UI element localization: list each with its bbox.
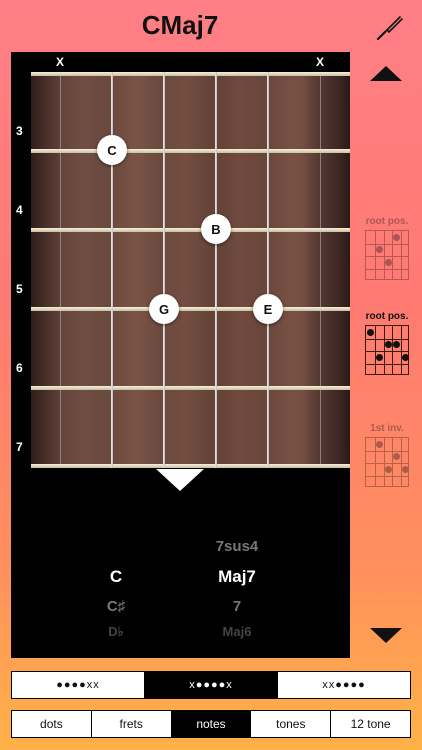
string-pattern-selector[interactable]: ●●●●xx x●●●●x xx●●●● (11, 671, 411, 699)
voicing-diagram (365, 325, 410, 375)
mode-tab-notes[interactable]: notes (171, 711, 252, 737)
mini-string-line (383, 326, 385, 374)
mute-marker-string-1: X (56, 55, 65, 69)
fret-wire (31, 464, 350, 468)
mini-string-line (401, 231, 403, 279)
mini-note-dot (402, 353, 410, 361)
voicing-thumb[interactable] (364, 186, 410, 200)
voicing-label (364, 186, 410, 200)
note-dot[interactable]: C (97, 135, 127, 165)
voicing-label: root pos. (365, 311, 409, 322)
mini-note-dot (366, 328, 374, 336)
fret-wire (31, 149, 350, 153)
string-6 (320, 72, 321, 468)
string-2 (111, 72, 113, 468)
tuning-fork-icon[interactable] (372, 10, 406, 44)
triangle-down-icon[interactable] (370, 628, 402, 643)
mini-note-dot (393, 341, 401, 349)
mini-note-dot (384, 341, 392, 349)
quality-picker-option[interactable]: 7sus4 (181, 538, 293, 555)
string-3 (163, 72, 165, 468)
mini-string-line (401, 438, 403, 486)
mini-string-line (392, 438, 394, 486)
voicing-diagram (365, 230, 409, 280)
mute-row: X X (11, 52, 350, 72)
fret-wire (31, 228, 350, 232)
mute-marker-string-6: X (316, 55, 325, 69)
mini-note-dot (375, 353, 383, 361)
note-dot[interactable]: B (201, 214, 231, 244)
mini-note-dot (384, 465, 392, 473)
fret-number: 5 (16, 282, 23, 296)
fretboard[interactable]: C B G E (31, 72, 350, 468)
mini-string-line (374, 326, 376, 374)
mini-string-line (392, 326, 394, 374)
string-pattern-option[interactable]: ●●●●xx (12, 672, 145, 698)
fret-wire (31, 72, 350, 76)
root-picker-option[interactable]: C♯ (71, 598, 161, 615)
string-1 (60, 72, 61, 468)
mini-note-dot (393, 453, 401, 461)
string-4 (215, 72, 217, 468)
note-dot[interactable]: G (149, 294, 179, 324)
mini-note-dot (402, 465, 410, 473)
string-pattern-option-selected[interactable]: x●●●●x (145, 672, 278, 698)
triangle-up-icon[interactable] (370, 66, 402, 81)
root-picker-option[interactable]: D♭ (71, 624, 161, 640)
quality-picker-option[interactable]: Maj6 (181, 624, 293, 639)
voicing-thumb-selected[interactable]: root pos. (364, 311, 410, 375)
quality-picker-option[interactable]: 7 (181, 598, 293, 615)
voicing-label (364, 502, 410, 516)
fretboard-panel: X X 3 4 5 6 7 C B G E C C♯ D♭ 7sus4 Maj7… (11, 52, 350, 658)
fret-wire (31, 307, 350, 311)
mini-string-line (374, 231, 376, 279)
mini-string-line (401, 326, 403, 374)
string-pattern-option[interactable]: xx●●●● (278, 672, 410, 698)
mini-string-line (383, 231, 385, 279)
mini-note-dot (375, 440, 383, 448)
voicing-label: root pos. (365, 216, 409, 227)
selection-pointer (156, 469, 204, 491)
note-dot[interactable]: E (253, 294, 283, 324)
voicing-thumb[interactable]: 1st inv. (364, 423, 410, 487)
mini-note-dot (375, 246, 383, 254)
fret-wire (31, 386, 350, 390)
root-picker-selected[interactable]: C (71, 567, 161, 587)
voicing-label: 1st inv. (370, 423, 404, 434)
fret-number: 3 (16, 124, 23, 138)
mode-tab-12-tone[interactable]: 12 tone (331, 711, 410, 737)
mini-string-line (383, 438, 385, 486)
quality-picker-selected[interactable]: Maj7 (181, 567, 293, 587)
mode-tab-frets[interactable]: frets (92, 711, 172, 737)
mini-note-dot (384, 258, 392, 266)
chord-title: CMaj7 (141, 10, 219, 40)
fret-number: 7 (16, 440, 23, 454)
display-mode-selector[interactable]: dots frets notes tones 12 tone (11, 710, 411, 738)
voicing-diagram (365, 437, 410, 487)
string-5 (267, 72, 269, 468)
mode-tab-dots[interactable]: dots (12, 711, 92, 737)
mode-tab-tones[interactable]: tones (251, 711, 332, 737)
voicing-thumb[interactable]: root pos. (364, 216, 410, 280)
fret-number: 6 (16, 361, 23, 375)
voicing-thumb[interactable] (364, 502, 410, 516)
fret-number: 4 (16, 203, 23, 217)
mini-note-dot (393, 233, 401, 241)
